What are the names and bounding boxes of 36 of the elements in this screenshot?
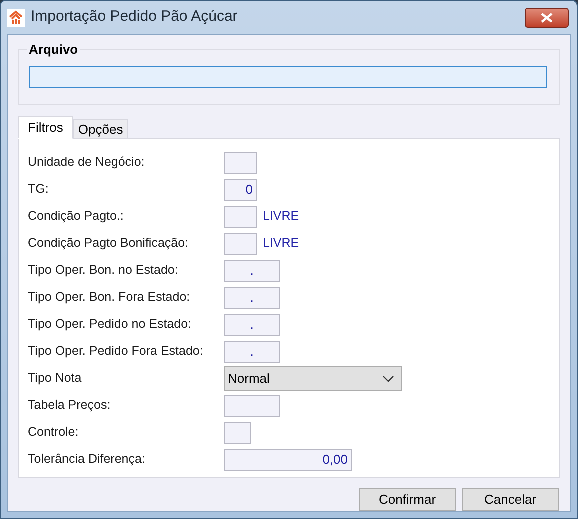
dialog-button[interactable]: Cancelar bbox=[462, 488, 559, 511]
chevron-down-icon bbox=[383, 376, 394, 382]
field-label: Tipo Oper. Pedido no Estado: bbox=[28, 316, 193, 334]
field-label: Unidade de Negócio: bbox=[28, 154, 146, 172]
input-field[interactable] bbox=[224, 152, 257, 174]
input-field[interactable] bbox=[224, 232, 257, 254]
close-button[interactable] bbox=[525, 8, 569, 28]
tab[interactable]: Filtros bbox=[18, 116, 74, 139]
field-label: Tipo Nota bbox=[28, 370, 83, 388]
status-text: LIVRE bbox=[263, 208, 300, 226]
status-text: LIVRE bbox=[263, 235, 300, 252]
input-field[interactable]: . bbox=[224, 314, 280, 336]
field-label: Tabela Preços: bbox=[28, 397, 112, 414]
input-field[interactable] bbox=[224, 422, 251, 444]
field-label: Condição Pagto Bonificação: bbox=[28, 235, 190, 252]
file-input-field[interactable] bbox=[29, 66, 547, 88]
field-label: Condição Pagto.: bbox=[28, 208, 125, 226]
input-field[interactable]: 0,00 bbox=[224, 448, 352, 470]
input-field[interactable] bbox=[224, 206, 257, 228]
field-label: TG: bbox=[28, 181, 50, 198]
tab[interactable]: Opções bbox=[73, 119, 128, 139]
field-label: Controle: bbox=[28, 424, 80, 442]
close-icon bbox=[541, 12, 553, 22]
dialog-button[interactable]: Confirmar bbox=[359, 488, 456, 511]
field-label: Tipo Oper. Bon. no Estado: bbox=[28, 262, 180, 280]
field-label: Tipo Oper. Bon. Fora Estado: bbox=[28, 289, 192, 306]
app-icon bbox=[7, 8, 25, 26]
dropdown[interactable]: Normal bbox=[224, 366, 402, 391]
input-field[interactable]: . bbox=[224, 340, 280, 362]
window-title: Importação Pedido Pão Açúcar bbox=[31, 7, 238, 28]
input-field[interactable]: . bbox=[224, 260, 280, 282]
input-field[interactable] bbox=[224, 394, 280, 416]
field-label: Tipo Oper. Pedido Fora Estado: bbox=[28, 343, 204, 360]
input-field[interactable]: 0 bbox=[224, 178, 257, 200]
input-field[interactable]: . bbox=[224, 286, 280, 308]
field-label: Tolerância Diferença: bbox=[28, 451, 146, 468]
